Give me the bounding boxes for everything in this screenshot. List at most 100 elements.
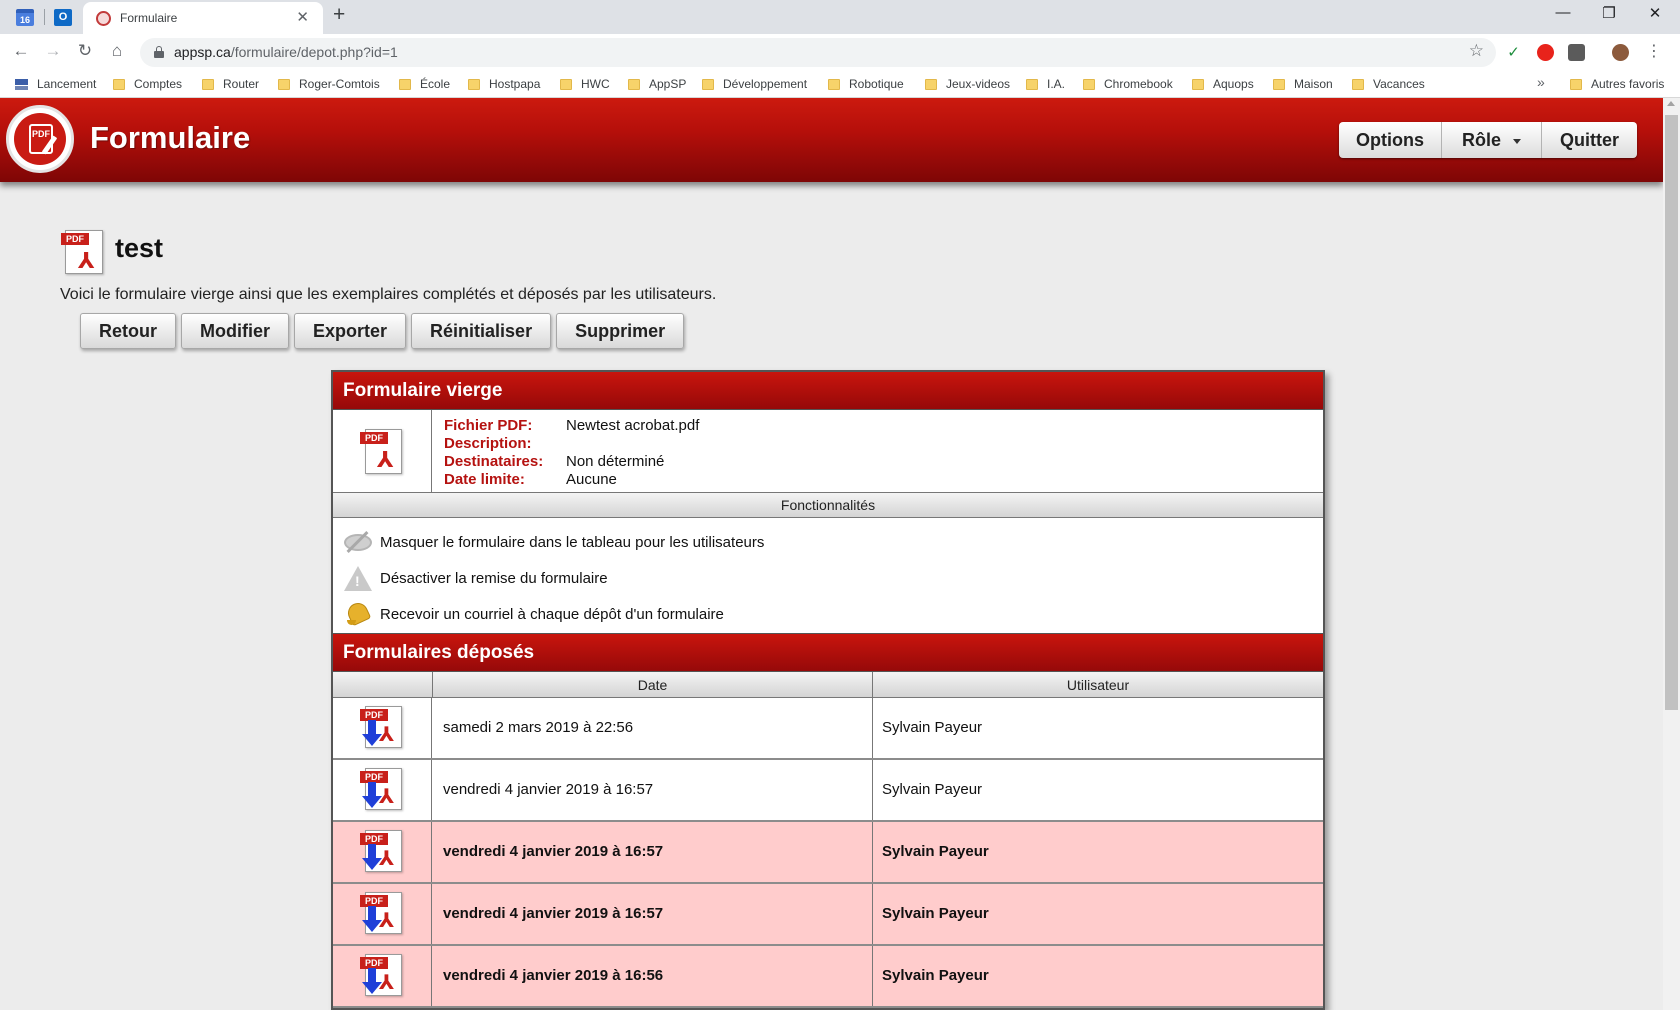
table-row[interactable]: PDF ⅄ samedi 2 mars 2019 à 22:56 Sylvain … [333,698,1323,760]
download-pdf-cell[interactable]: PDF ⅄ [333,884,432,944]
bookmark-maison[interactable]: Maison [1273,76,1333,92]
bookmark-hwc[interactable]: HWC [560,76,610,92]
back-button[interactable]: Retour [80,313,176,349]
download-pdf-cell[interactable]: PDF ⅄ [333,760,432,820]
folder-icon [1352,78,1364,90]
extension-check-icon[interactable]: ✓ [1505,44,1522,61]
download-pdf-icon: PDF ⅄ [359,706,405,750]
submissions-rows: PDF ⅄ samedi 2 mars 2019 à 22:56 Sylvain … [333,698,1323,1008]
address-bar[interactable]: appsp.ca/formulaire/depot.php?id=1 ☆ [140,38,1496,67]
bookmark-roger-comtois[interactable]: Roger-Comtois [278,76,380,92]
window-close-icon[interactable]: ✕ [1632,4,1678,22]
feature-email-notification[interactable]: Recevoir un courriel à chaque dépôt d'un… [343,599,724,628]
bookmark-other-favorites[interactable]: Autres favoris [1570,76,1664,92]
bookmark-vacances[interactable]: Vacances [1352,76,1425,92]
table-row[interactable]: PDF ⅄ vendredi 4 janvier 2019 à 16:56 Syl… [333,946,1323,1008]
table-row[interactable]: PDF ⅄ vendredi 4 janvier 2019 à 16:57 Syl… [333,760,1323,822]
download-pdf-cell[interactable]: PDF ⅄ [333,946,432,1006]
restore-icon[interactable]: ❐ [1586,4,1632,22]
pdf-form-logo-icon: PDF [14,113,66,165]
pdf-file-icon: PDF ⅄ [59,230,105,274]
folder-icon [925,78,937,90]
app-logo[interactable]: PDF [6,105,74,173]
bookmark-ia[interactable]: I.A. [1026,76,1065,92]
folder-icon [113,78,125,90]
file-label: Fichier PDF: [444,417,533,434]
tab-formulaire[interactable]: Formulaire ✕ [83,2,323,34]
folder-icon [828,78,840,90]
role-dropdown-button[interactable]: Rôle [1442,122,1542,158]
download-pdf-icon: PDF ⅄ [359,830,405,874]
app-header: PDF Formulaire Options Rôle Quitter [0,98,1663,182]
options-button[interactable]: Options [1339,122,1442,158]
download-pdf-cell[interactable]: PDF ⅄ [333,698,432,758]
reset-button[interactable]: Réinitialiser [411,313,552,349]
recipients-label: Destinataires: [444,453,544,470]
edit-button[interactable]: Modifier [181,313,289,349]
app-title: Formulaire [90,120,251,155]
file-value: Newtest acrobat.pdf [566,417,700,434]
feature-disable-submission[interactable]: ! Désactiver la remise du formulaire [343,564,608,592]
folder-icon [468,78,480,90]
browser-menu-icon[interactable]: ⋮ [1643,41,1665,61]
back-arrow-icon[interactable]: ← [10,41,32,61]
download-pdf-cell[interactable]: PDF ⅄ [333,822,432,882]
bookmark-developpement[interactable]: Développement [702,76,807,92]
row-user: Sylvain Payeur [882,781,983,798]
bookmark-jeux-videos[interactable]: Jeux-videos [925,76,1010,92]
url-text: appsp.ca/formulaire/depot.php?id=1 [174,44,398,60]
delete-button[interactable]: Supprimer [556,313,685,349]
table-row[interactable]: PDF ⅄ vendredi 4 janvier 2019 à 16:57 Syl… [333,884,1323,946]
description-label: Description: [444,435,532,452]
bookmark-router[interactable]: Router [202,76,259,92]
bookmark-appsp[interactable]: AppSP [628,76,686,92]
table-row[interactable]: PDF ⅄ vendredi 4 janvier 2019 à 16:57 Syl… [333,822,1323,884]
home-icon[interactable]: ⌂ [106,41,128,61]
folder-icon [1570,78,1582,90]
bookmark-hostpapa[interactable]: Hostpapa [468,76,540,92]
bookmark-ecole[interactable]: École [399,76,450,92]
tab-separator [44,9,45,25]
calendar-icon: 16 [16,8,34,26]
row-date: vendredi 4 janvier 2019 à 16:56 [443,967,664,984]
lock-icon [154,46,164,58]
features-list: Masquer le formulaire dans le tableau po… [333,518,1323,634]
forward-arrow-icon[interactable]: → [42,41,64,61]
header-menu: Options Rôle Quitter [1339,122,1637,158]
reload-icon[interactable]: ↻ [74,41,96,61]
pinned-tab-outlook[interactable]: O [50,6,76,28]
column-date[interactable]: Date [432,672,872,698]
form-actions: Retour Modifier Exporter Réinitialiser S… [80,313,685,349]
bookmarks-overflow-icon[interactable]: » [1537,74,1545,90]
bell-icon [343,599,373,627]
scroll-up-icon[interactable] [1667,101,1675,106]
folder-icon [278,78,290,90]
blank-pdf-cell[interactable]: PDF ⅄ [333,410,432,493]
bookmark-robotique[interactable]: Robotique [828,76,904,92]
row-user: Sylvain Payeur [882,843,989,860]
bookmark-comptes[interactable]: Comptes [113,76,182,92]
bookmark-chromebook[interactable]: Chromebook [1083,76,1173,92]
folder-icon [1273,78,1285,90]
folder-icon [560,78,572,90]
new-tab-plus-icon[interactable]: + [333,3,345,27]
profile-avatar[interactable] [1612,44,1629,61]
minimize-icon[interactable]: — [1540,4,1586,21]
scroll-thumb[interactable] [1665,115,1678,710]
export-button[interactable]: Exporter [294,313,407,349]
extension-shield-icon[interactable] [1568,44,1585,61]
extension-red-icon[interactable] [1537,44,1554,61]
bookmark-lancement[interactable]: Lancement [15,76,96,92]
feature-hide-form[interactable]: Masquer le formulaire dans le tableau po… [343,528,764,556]
column-user[interactable]: Utilisateur [872,672,1323,698]
tab-close-icon[interactable]: ✕ [296,8,309,26]
quit-button[interactable]: Quitter [1542,122,1637,158]
page-scrollbar[interactable] [1663,98,1680,1010]
pinned-tab-calendar[interactable]: 16 [12,6,38,28]
download-pdf-icon: PDF ⅄ [359,768,405,812]
bookmark-star-icon[interactable]: ☆ [1469,41,1484,61]
submissions-table-header: Date Utilisateur [333,672,1323,698]
bookmark-aquops[interactable]: Aquops [1192,76,1254,92]
folder-icon [399,78,411,90]
site-favicon-icon [96,11,111,26]
